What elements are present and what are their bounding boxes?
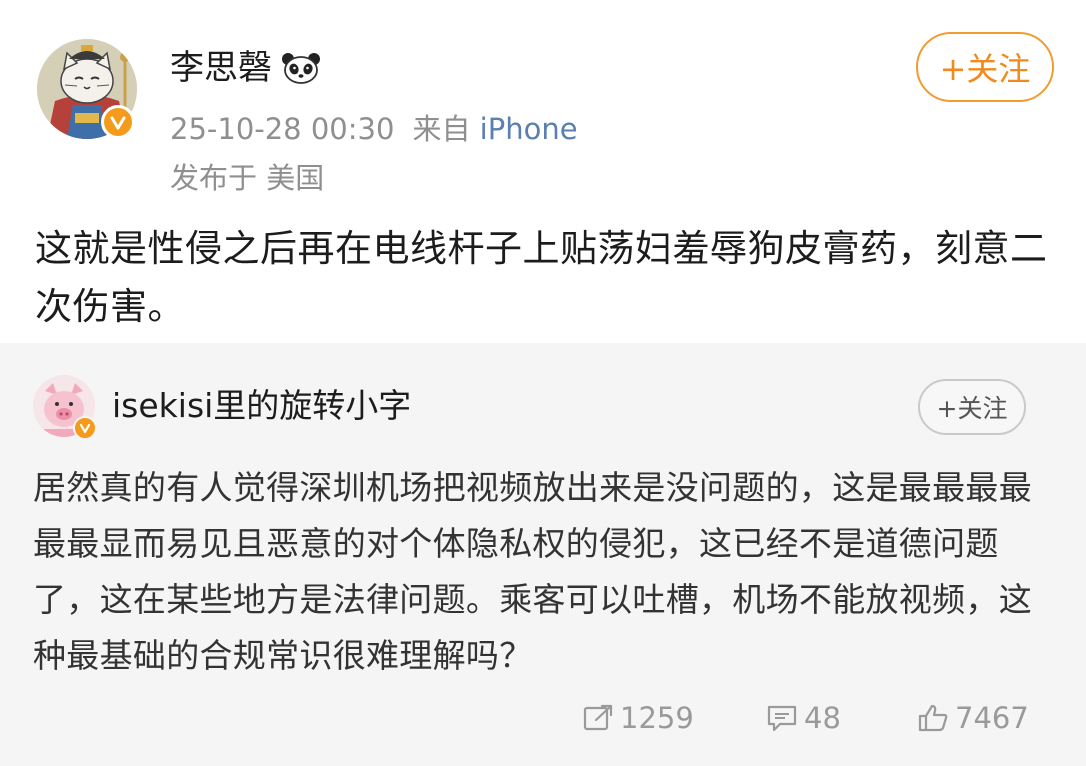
verified-badge-icon (101, 105, 135, 139)
repost-count: 1259 (620, 701, 694, 735)
like-action[interactable]: 7467 (917, 698, 1029, 738)
comment-action[interactable]: 48 (766, 698, 841, 738)
share-icon (583, 704, 613, 731)
panda-icon (282, 53, 320, 84)
action-bar: 1259 48 7467 (0, 698, 1086, 738)
follow-button[interactable]: +关注 (916, 32, 1054, 102)
repost-verified-badge-icon (73, 416, 97, 440)
repost-card[interactable]: isekisi里的旋转小字 +关注 居然真的有人觉得深圳机场把视频放出来是没问题… (0, 343, 1086, 766)
post-location: 发布于 美国 (170, 161, 325, 195)
repost-action[interactable]: 1259 (582, 698, 694, 738)
post-card: 李思磬 25-10-28 00:30 来自 iPhone 发布于 美国 +关注 这… (0, 0, 1086, 343)
source-prefix: 来自 (412, 112, 471, 146)
repost-follow-button[interactable]: +关注 (918, 379, 1026, 435)
post-meta: 25-10-28 00:30 来自 iPhone (170, 109, 578, 149)
thumbs-up-icon (918, 704, 948, 732)
comment-icon (767, 705, 797, 732)
author-name[interactable]: 李思磬 (170, 46, 322, 90)
repost-author-name[interactable]: isekisi里的旋转小字 (112, 383, 411, 429)
source-link[interactable]: iPhone (480, 112, 578, 146)
repost-body: 居然真的有人觉得深圳机场把视频放出来是没问题的，这是最最最最最最显而易见且恶意的… (33, 468, 1032, 675)
author-name-text[interactable]: 李思磬 (170, 46, 272, 90)
post-body: 这就是性侵之后再在电线杆子上贴荡妇羞辱狗皮膏药，刻意二次伤害。 (35, 227, 1048, 328)
comment-count: 48 (804, 701, 841, 735)
post-timestamp: 25-10-28 00:30 (170, 112, 395, 146)
like-count: 7467 (955, 701, 1029, 735)
